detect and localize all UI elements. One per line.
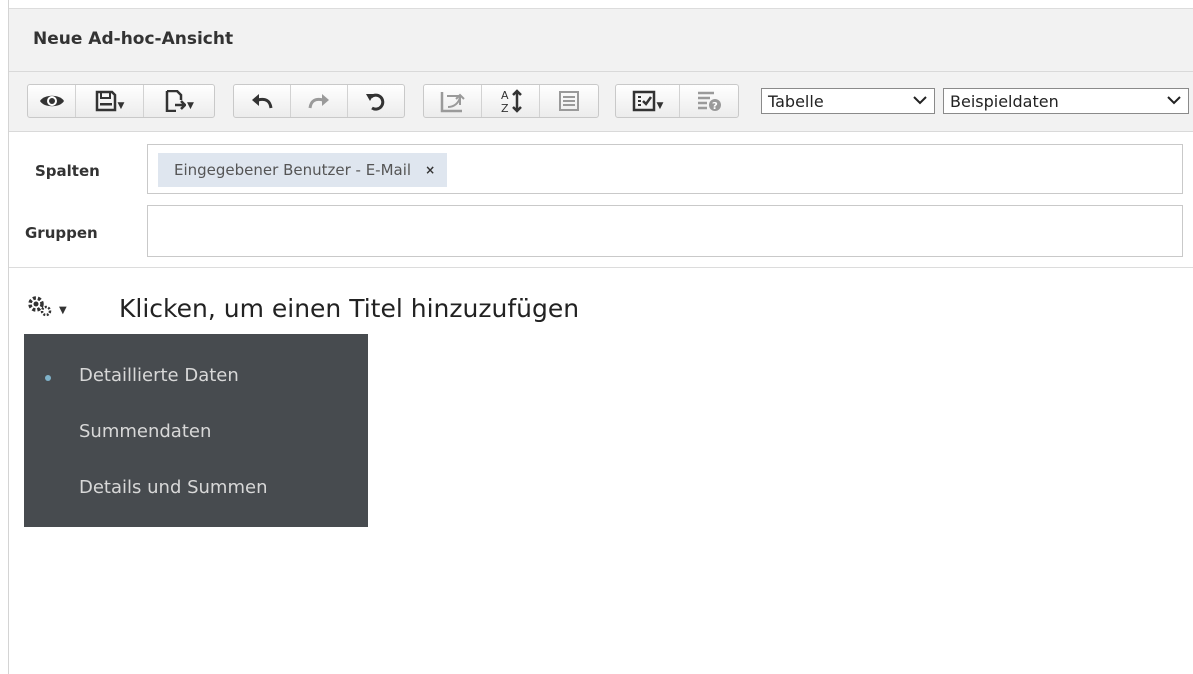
view-button[interactable] [28, 85, 76, 117]
chevron-down-icon: ▼ [187, 101, 194, 111]
save-button[interactable]: ▼ [76, 85, 144, 117]
chevron-down-icon: ▼ [656, 101, 664, 111]
groups-label: Gruppen [25, 224, 98, 242]
toolbar-group-options: ▼ ? [615, 84, 739, 118]
toolbar-group-history [233, 84, 405, 118]
report-canvas: ▼ Klicken, um einen Titel hinzuzufügen D… [9, 268, 1193, 674]
view-type-select-value: Tabelle [768, 91, 824, 111]
report-options-button[interactable]: ▼ [27, 290, 89, 324]
toolbar: ▼ ▼ A Z ▼ ? Tabelle Beispieldaten [9, 72, 1193, 132]
checklist-icon [632, 90, 655, 112]
toolbar-group-layout: A Z [423, 84, 599, 118]
export-button[interactable]: ▼ [144, 85, 214, 117]
export-icon [165, 90, 187, 112]
save-icon [95, 90, 116, 112]
column-chip-label: Eingegebener Benutzer - E-Mail [174, 161, 412, 179]
report-title-placeholder[interactable]: Klicken, um einen Titel hinzuzufügen [119, 294, 579, 323]
columns-label: Spalten [35, 162, 100, 180]
undo-icon [252, 94, 273, 109]
query-icon [559, 91, 579, 111]
options-button[interactable]: ▼ [616, 85, 680, 117]
undo-all-icon [366, 93, 385, 111]
query-button[interactable] [540, 85, 598, 117]
adhoc-view-panel: Neue Ad-hoc-Ansicht ▼ ▼ A Z ▼ ? Tabelle … [8, 0, 1193, 674]
sort-az-icon: A Z [501, 89, 522, 114]
chevron-down-icon [1167, 96, 1181, 105]
chevron-down-icon: ▼ [59, 304, 67, 316]
fields-area: Spalten Eingegebener Benutzer - E-Mail ×… [9, 132, 1193, 268]
columns-drop-zone[interactable]: Eingegebener Benutzer - E-Mail × [147, 144, 1183, 194]
gear-icon [28, 296, 52, 317]
undo-button[interactable] [234, 85, 291, 117]
input-controls-icon: ? [698, 91, 721, 112]
groups-drop-zone[interactable] [147, 205, 1183, 257]
chevron-down-icon [913, 96, 927, 105]
switch-axes-button[interactable] [424, 85, 482, 117]
title-bar: Neue Ad-hoc-Ansicht [9, 8, 1193, 72]
menu-item-summary-data[interactable]: Summendaten [79, 421, 211, 442]
data-select-value: Beispieldaten [950, 91, 1059, 111]
switch-axes-icon [440, 92, 465, 113]
menu-item-detailed-data[interactable]: Detaillierte Daten [79, 365, 239, 386]
svg-text:Z: Z [501, 102, 509, 114]
selected-bullet-icon [45, 375, 51, 381]
view-type-select[interactable]: Tabelle [761, 88, 935, 114]
page-title: Neue Ad-hoc-Ansicht [33, 29, 234, 49]
sort-button[interactable]: A Z [482, 85, 540, 117]
input-controls-button[interactable]: ? [680, 85, 738, 117]
column-chip[interactable]: Eingegebener Benutzer - E-Mail × [158, 153, 448, 187]
svg-text:A: A [501, 89, 509, 102]
eye-icon [39, 95, 64, 107]
redo-icon [308, 94, 329, 109]
chevron-down-icon: ▼ [117, 101, 125, 111]
remove-chip-icon[interactable]: × [425, 163, 435, 177]
svg-text:?: ? [712, 101, 718, 112]
redo-button[interactable] [291, 85, 348, 117]
undo-all-button[interactable] [348, 85, 404, 117]
data-select[interactable]: Beispieldaten [943, 88, 1189, 114]
toolbar-group-file: ▼ ▼ [27, 84, 215, 118]
menu-item-details-and-totals[interactable]: Details und Summen [79, 477, 267, 498]
report-view-menu: Detaillierte Daten Summendaten Details u… [24, 334, 368, 527]
